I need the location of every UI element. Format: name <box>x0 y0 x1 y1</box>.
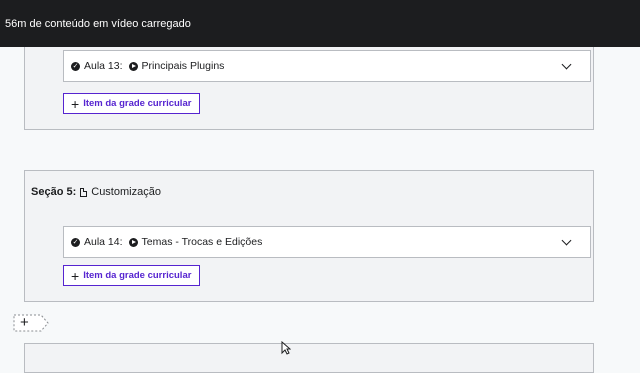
lecture-prefix: Aula 14: <box>84 236 123 248</box>
play-circle-icon <box>128 61 138 71</box>
check-circle-icon: ✓ <box>71 61 80 71</box>
upload-status-bar: 56m de conteúdo em vídeo carregado <box>0 0 640 47</box>
upload-status-text: 56m de conteúdo em vídeo carregado <box>5 17 191 30</box>
section-name: Customização <box>91 186 161 198</box>
document-icon <box>80 187 88 197</box>
chevron-down-icon[interactable] <box>561 235 572 246</box>
lecture-prefix: Aula 13: <box>84 60 123 72</box>
add-curriculum-item-button[interactable]: + Item da grade curricular <box>63 93 201 114</box>
section-title[interactable]: Seção 5: Customização <box>31 186 161 198</box>
mouse-cursor-icon <box>281 340 292 360</box>
plus-icon: + <box>20 314 29 331</box>
curriculum-section-5: Seção 5: Customização ✓ Aula 14: Temas -… <box>24 170 594 302</box>
chevron-down-icon[interactable] <box>561 59 572 70</box>
curriculum-section-6 <box>24 343 594 373</box>
add-curriculum-item-button[interactable]: + Item da grade curricular <box>63 265 201 286</box>
lecture-item-14[interactable]: ✓ Aula 14: Temas - Trocas e Edições <box>63 226 591 258</box>
section-label: Seção 5: <box>31 186 77 198</box>
check-circle-icon: ✓ <box>71 237 80 247</box>
lecture-title: Temas - Trocas e Edições <box>141 236 263 248</box>
plus-icon: + <box>71 95 80 112</box>
add-section-outline <box>13 314 49 332</box>
add-curriculum-item-label: Item da grade curricular <box>83 98 192 109</box>
add-section-button[interactable]: + <box>13 314 49 332</box>
plus-icon: + <box>71 267 80 284</box>
lecture-item-13[interactable]: ✓ Aula 13: Principais Plugins <box>63 50 591 82</box>
lecture-title: Principais Plugins <box>141 60 225 72</box>
add-curriculum-item-label: Item da grade curricular <box>83 270 192 281</box>
play-circle-icon <box>128 237 138 247</box>
